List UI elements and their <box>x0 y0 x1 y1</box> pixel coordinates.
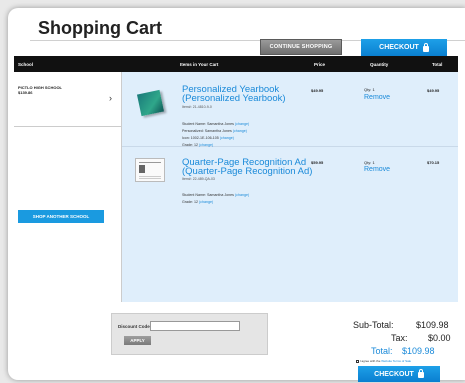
detail-text: Personalized: Samantha Jones <box>182 129 232 133</box>
terms-checkbox[interactable] <box>356 359 359 363</box>
checkout-bottom-label: CHECKOUT <box>374 370 414 378</box>
terms-agreement: I agree with the Website Terms of Sale <box>356 359 411 363</box>
change-link[interactable]: (change) <box>220 136 234 140</box>
cart-table-header: School Items in Your Cart Price Quantity… <box>14 56 458 72</box>
discount-code-input[interactable] <box>150 321 240 331</box>
remove-link[interactable]: Remove <box>364 166 390 173</box>
detail-text: Grade: 12 <box>182 200 198 204</box>
item-total: $49.95 <box>427 88 440 93</box>
detail-text: Student Name: Samantha Jones <box>182 193 234 197</box>
item-total: $70.15 <box>427 160 440 165</box>
apply-label: APPLY <box>130 338 145 343</box>
detail-text: Grade: 12 <box>182 143 198 147</box>
tax-label: Tax: <box>391 333 408 343</box>
continue-shopping-label: CONTINUE SHOPPING <box>269 44 333 50</box>
item-detail-row: Grade: 12 (change) <box>182 199 249 206</box>
subtotal-label: Sub-Total: <box>353 320 394 330</box>
header-school: School <box>18 62 34 67</box>
page-title: Shopping Cart <box>38 18 162 38</box>
change-link[interactable]: (change) <box>235 122 249 126</box>
item-title-line2: (Personalized Yearbook) <box>182 93 286 104</box>
school-row[interactable]: PICTLO HIGH SCHOOL $139.86 › <box>14 72 122 127</box>
cart-item: Personalized Yearbook (Personalized Year… <box>122 72 458 147</box>
subtotal-value: $109.98 <box>416 320 449 330</box>
checkout-button-top[interactable]: CHECKOUT <box>361 39 447 56</box>
continue-shopping-button[interactable]: CONTINUE SHOPPING <box>260 39 342 55</box>
cart-items-area: Personalized Yearbook (Personalized Year… <box>122 72 458 302</box>
item-price: $59.95 <box>311 160 324 165</box>
cart-item: Quarter-Page Recognition Ad (Quarter-Pag… <box>122 148 458 214</box>
detail-text: Student Name: Samantha Jones <box>182 122 234 126</box>
change-link[interactable]: (change) <box>235 193 249 197</box>
item-title-link[interactable]: Personalized Yearbook (Personalized Year… <box>182 85 286 104</box>
total-value: $109.98 <box>402 346 435 356</box>
item-sku: Item#: 22-489-QA-03 <box>182 177 215 181</box>
header-price: Price <box>314 62 326 67</box>
item-title-line2: (Quarter-Page Recognition Ad) <box>182 166 313 177</box>
header-items: Items in Your Cart <box>180 62 219 67</box>
item-detail-row: Personalized: Samantha Jones (change) <box>182 128 249 135</box>
lock-icon <box>422 42 429 52</box>
item-quantity: Qty: 1 <box>364 160 375 165</box>
checkout-button-bottom[interactable]: CHECKOUT <box>358 366 440 382</box>
change-link[interactable]: (change) <box>199 143 213 147</box>
tax-value: $0.00 <box>428 333 451 343</box>
ad-thumbnail[interactable] <box>135 158 165 182</box>
school-name: PICTLO HIGH SCHOOL $139.86 <box>18 85 62 95</box>
item-details: Student Name: Samantha Jones (change) Pe… <box>182 121 249 149</box>
shop-another-school-label: SHOP ANOTHER SCHOOL <box>32 214 90 219</box>
chevron-right-icon[interactable]: › <box>109 93 112 103</box>
discount-panel: Discount Code APPLY <box>111 313 268 355</box>
checkout-label: CHECKOUT <box>379 44 419 51</box>
terms-prefix: I agree with the <box>359 359 381 363</box>
change-link[interactable]: (change) <box>233 129 247 133</box>
lock-icon <box>417 369 424 378</box>
yearbook-thumbnail[interactable] <box>136 89 165 117</box>
item-sku: Item#: 21-4810-9-0 <box>182 105 212 109</box>
header-total: Total <box>432 62 443 67</box>
school-panel: PICTLO HIGH SCHOOL $139.86 › SHOP ANOTHE… <box>14 72 122 302</box>
item-details: Student Name: Samantha Jones (change) Gr… <box>182 192 249 206</box>
apply-button[interactable]: APPLY <box>124 336 151 345</box>
header-quantity: Quantity <box>370 62 389 67</box>
shop-another-school-button[interactable]: SHOP ANOTHER SCHOOL <box>18 210 104 223</box>
item-title-link[interactable]: Quarter-Page Recognition Ad (Quarter-Pag… <box>182 158 313 177</box>
terms-link[interactable]: Website Terms of Sale <box>381 359 411 363</box>
item-detail-row: Icon: 1002-1E-106-105 (change) <box>182 135 249 142</box>
item-quantity: Qty: 1 <box>364 87 375 92</box>
item-detail-row: Student Name: Samantha Jones (change) <box>182 192 249 199</box>
detail-text: Icon: 1002-1E-106-105 <box>182 136 219 140</box>
total-label: Total: <box>371 346 393 356</box>
item-detail-row: Student Name: Samantha Jones (change) <box>182 121 249 128</box>
school-amount: $139.86 <box>18 90 33 95</box>
remove-link[interactable]: Remove <box>364 94 390 101</box>
change-link[interactable]: (change) <box>199 200 213 204</box>
discount-code-label: Discount Code <box>118 324 150 329</box>
item-price: $49.95 <box>311 88 324 93</box>
